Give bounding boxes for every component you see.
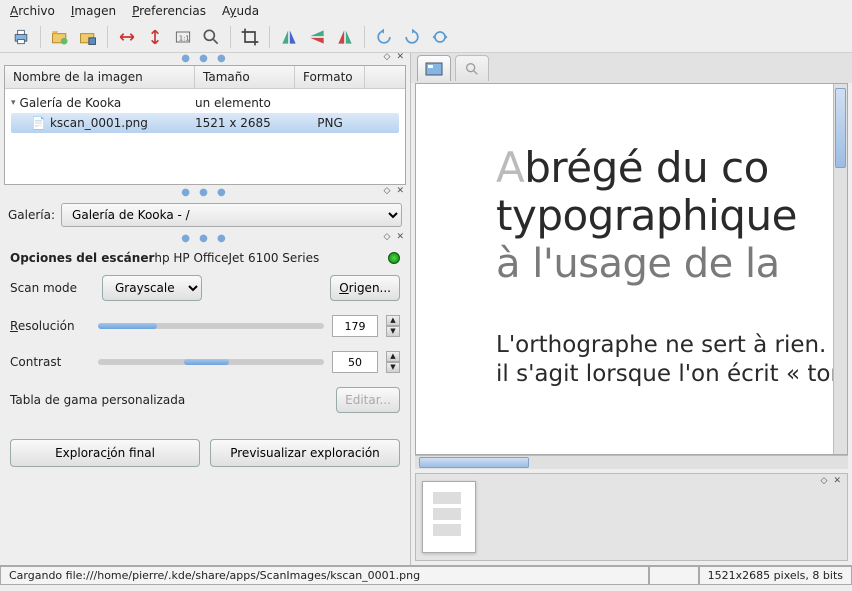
- mirror-vertical-icon[interactable]: [306, 26, 328, 48]
- final-scan-button[interactable]: Exploración final: [10, 439, 200, 467]
- undock-icon[interactable]: ◇: [384, 52, 391, 62]
- gamma-label: Tabla de gama personalizada: [10, 393, 185, 407]
- tab-image[interactable]: [417, 55, 451, 81]
- contrast-value[interactable]: [332, 351, 378, 373]
- save-icon[interactable]: [77, 26, 99, 48]
- scan-mode-label: Scan mode: [10, 281, 90, 295]
- undock-icon[interactable]: ◇: [384, 232, 391, 242]
- fit-height-icon[interactable]: [144, 26, 166, 48]
- scan-mode-select[interactable]: Grayscale: [102, 275, 202, 301]
- column-size[interactable]: Tamaño: [195, 66, 295, 88]
- svg-text:1:1: 1:1: [179, 34, 190, 42]
- close-icon[interactable]: ✕: [396, 52, 404, 62]
- tree-item[interactable]: 📄kscan_0001.png 1521 x 2685 PNG: [11, 113, 399, 133]
- mirror-horizontal-icon[interactable]: [334, 26, 356, 48]
- gallery-label: Galería:: [8, 208, 55, 222]
- status-message: Cargando file:///home/pierre/.kde/share/…: [0, 566, 649, 585]
- close-icon[interactable]: ✕: [833, 476, 841, 486]
- spin-up-icon[interactable]: ▲: [386, 351, 400, 362]
- toolbar: 1:1: [0, 22, 852, 53]
- resolution-slider[interactable]: [98, 323, 324, 329]
- contrast-label: Contrast: [10, 355, 90, 369]
- preview-pane: Abrégé du co typographique à l'usage de …: [415, 83, 848, 455]
- thumbnail[interactable]: [422, 481, 476, 553]
- spin-down-icon[interactable]: ▼: [386, 326, 400, 337]
- spin-up-icon[interactable]: ▲: [386, 315, 400, 326]
- rotate-ccw-icon[interactable]: [373, 26, 395, 48]
- menu-imagen[interactable]: Imagen: [71, 4, 116, 18]
- origin-button[interactable]: Origen...: [330, 275, 400, 301]
- resolution-value[interactable]: [332, 315, 378, 337]
- scanner-options-label: Opciones del escáner: [10, 251, 154, 265]
- undock-icon[interactable]: ◇: [821, 476, 828, 486]
- zoom-icon[interactable]: [200, 26, 222, 48]
- file-icon: 📄: [31, 116, 46, 130]
- menu-ayuda[interactable]: Ayuda: [222, 4, 259, 18]
- print-icon[interactable]: [10, 26, 32, 48]
- drag-handle[interactable]: ● ● ●◇✕: [0, 233, 410, 243]
- statusbar: Cargando file:///home/pierre/.kde/share/…: [0, 565, 852, 585]
- menu-preferencias[interactable]: Preferencias: [132, 4, 206, 18]
- menubar: AArchivorchivo Imagen Preferencias Ayuda: [0, 0, 852, 22]
- expander-icon[interactable]: ▾: [11, 98, 16, 108]
- contrast-slider[interactable]: [98, 359, 324, 365]
- column-format[interactable]: Formato: [295, 66, 365, 88]
- edit-button: Editar...: [336, 387, 400, 413]
- spin-down-icon[interactable]: ▼: [386, 362, 400, 373]
- column-name[interactable]: Nombre de la imagen: [5, 66, 195, 88]
- tab-zoom[interactable]: [455, 55, 489, 81]
- tree-root[interactable]: ▾Galería de Kooka un elemento: [11, 93, 399, 113]
- fit-width-icon[interactable]: [116, 26, 138, 48]
- folder-new-icon[interactable]: [49, 26, 71, 48]
- drag-handle[interactable]: ● ● ●◇✕: [0, 53, 410, 63]
- gallery-tree: Nombre de la imagen Tamaño Formato ▾Gale…: [4, 65, 406, 185]
- rotate-180-icon[interactable]: [429, 26, 451, 48]
- scrollbar-vertical[interactable]: [833, 84, 847, 454]
- rotate-cw-icon[interactable]: [401, 26, 423, 48]
- zoom-original-icon[interactable]: 1:1: [172, 26, 194, 48]
- status-dimensions: 1521x2685 pixels, 8 bits: [699, 566, 852, 585]
- status-led-icon: [388, 252, 400, 264]
- gallery-select[interactable]: Galería de Kooka - /: [61, 203, 402, 227]
- close-icon[interactable]: ✕: [396, 186, 404, 196]
- crop-icon[interactable]: [239, 26, 261, 48]
- preview-scan-button[interactable]: Previsualizar exploración: [210, 439, 400, 467]
- drag-handle[interactable]: ● ● ●◇✕: [0, 187, 410, 197]
- scrollbar-horizontal[interactable]: [415, 455, 848, 469]
- resolution-label: Resolución: [10, 319, 90, 333]
- menu-archivo[interactable]: AArchivorchivo: [10, 4, 55, 18]
- flip-horizontal-icon[interactable]: [278, 26, 300, 48]
- status-spacer: [649, 566, 699, 585]
- scanner-device: hp HP OfficeJet 6100 Series: [154, 251, 319, 265]
- thumbnail-strip: ◇✕: [415, 473, 848, 561]
- close-icon[interactable]: ✕: [396, 232, 404, 242]
- undock-icon[interactable]: ◇: [384, 186, 391, 196]
